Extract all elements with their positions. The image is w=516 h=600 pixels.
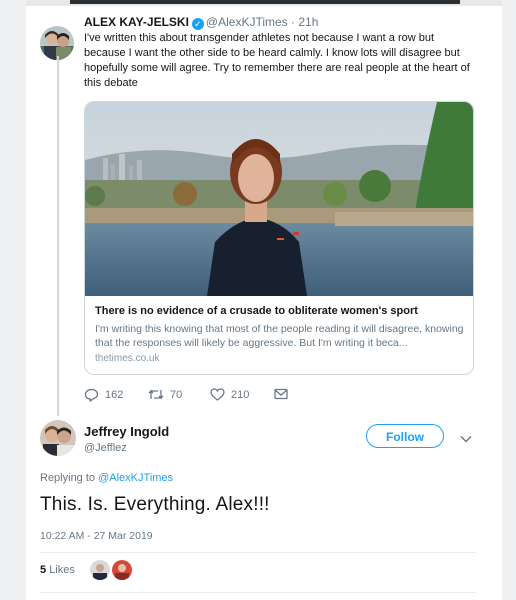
tweet-header: ALEX KAY-JELSKI ✓ @AlexKJTimes · 21h — [84, 14, 318, 30]
tweet-text: I've written this about transgender athl… — [84, 32, 470, 89]
likes-count: 5 — [40, 564, 47, 576]
thread-connector-line — [57, 56, 59, 416]
direct-message-icon — [274, 388, 288, 400]
reply-text: This. Is. Everything. Alex!!! — [40, 494, 270, 515]
likes-summary[interactable]: 5 Likes — [40, 564, 75, 576]
author-handle[interactable]: @AlexKJTimes — [206, 15, 288, 29]
tweet-time[interactable]: 21h — [298, 15, 318, 29]
like-action[interactable]: 210 — [210, 388, 249, 401]
liker-avatar[interactable] — [112, 560, 132, 580]
header-separator: · — [291, 15, 296, 29]
like-icon — [210, 388, 225, 401]
reply-timestamp[interactable]: 10:22 AM - 27 Mar 2019 — [40, 530, 153, 542]
replying-to-handle[interactable]: @AlexKJTimes — [98, 472, 173, 484]
window-left-edge — [0, 0, 26, 600]
reply-author-name[interactable]: Jeffrey Ingold — [84, 424, 169, 439]
author-name[interactable]: ALEX KAY-JELSKI — [84, 15, 189, 29]
direct-message-action[interactable] — [274, 388, 288, 400]
reply-count: 162 — [105, 389, 124, 401]
link-preview-description: I'm writing this knowing that most of th… — [95, 323, 464, 349]
reply-icon — [84, 388, 99, 402]
link-preview-title[interactable]: There is no evidence of a crusade to obl… — [95, 305, 418, 317]
tweet-actions: 162 70 210 — [84, 388, 344, 406]
window-top-bar — [70, 0, 460, 4]
liker-avatar[interactable] — [90, 560, 110, 580]
link-preview-domain: thetimes.co.uk — [95, 353, 160, 364]
chevron-down-icon[interactable] — [460, 430, 472, 448]
reply-author-avatar[interactable] — [40, 420, 76, 456]
verified-icon: ✓ — [191, 18, 204, 30]
reply-action[interactable]: 162 — [84, 388, 123, 402]
link-preview-image — [85, 102, 473, 296]
like-count: 210 — [231, 388, 250, 401]
retweet-icon — [148, 388, 164, 401]
link-preview-card[interactable]: There is no evidence of a crusade to obl… — [84, 101, 474, 375]
retweet-action[interactable]: 70 — [148, 388, 182, 401]
retweet-count: 70 — [170, 388, 183, 401]
author-avatar[interactable] — [40, 26, 74, 60]
reply-author-handle[interactable]: @Jefflez — [84, 442, 127, 454]
likes-label: Likes — [49, 564, 75, 576]
divider — [40, 552, 476, 553]
window-right-edge — [502, 0, 516, 600]
replying-to-label: Replying to — [40, 472, 96, 484]
follow-button[interactable]: Follow — [366, 424, 444, 448]
replying-to: Replying to @AlexKJTimes — [40, 472, 173, 484]
divider — [40, 592, 476, 593]
